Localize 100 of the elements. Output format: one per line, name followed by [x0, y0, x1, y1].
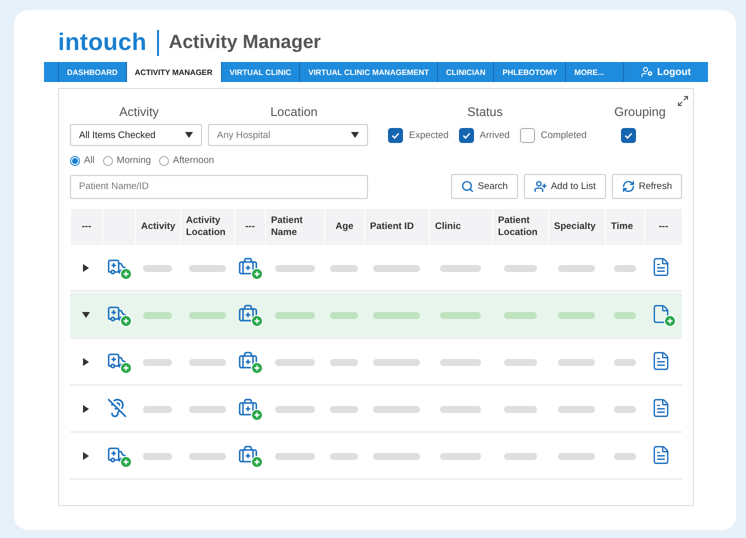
refresh-button[interactable]: Refresh: [612, 174, 682, 199]
logout-button[interactable]: Logout: [623, 62, 708, 82]
check-icon: [462, 130, 471, 140]
medical-kit-icon: [238, 304, 262, 326]
placeholder-bar: [373, 312, 420, 318]
placeholder-bar: [188, 358, 226, 366]
activity-dropdown[interactable]: All Items Checked: [70, 124, 202, 146]
placeholder-bar: [143, 358, 172, 366]
filter-label: Activity: [119, 105, 159, 119]
column-header: Age: [336, 221, 354, 233]
placeholder-bar: [143, 406, 172, 412]
refresh-icon: [622, 180, 635, 193]
placeholder-bar: [373, 358, 420, 366]
column-header: Time: [611, 221, 634, 233]
expand-toggle-icon[interactable]: [82, 358, 90, 366]
radio-label: All: [84, 155, 95, 166]
placeholder-bar: [504, 358, 536, 366]
placeholder-bar: [188, 264, 226, 272]
filter-label: Grouping: [614, 105, 666, 119]
radio-button[interactable]: [70, 156, 80, 166]
placeholder-bar: [440, 452, 481, 460]
check-icon: [624, 130, 633, 140]
filter-label: Location: [270, 105, 318, 119]
placeholder-bar: [188, 452, 226, 460]
medical-kit-icon: [238, 257, 262, 279]
placeholder-bar: [558, 452, 595, 460]
document-add-icon[interactable]: [651, 304, 675, 326]
radio-label: Morning: [116, 155, 151, 166]
add-to-list-button[interactable]: Add to List: [524, 174, 606, 199]
placeholder-bar: [558, 312, 595, 318]
column-header: Specialty: [554, 221, 596, 233]
expand-icon[interactable]: [677, 95, 689, 107]
checkbox-label: Arrived: [480, 130, 510, 140]
placeholder-bar: [504, 452, 536, 460]
column-header: Clinic: [435, 221, 461, 233]
check-icon: [391, 130, 400, 140]
placeholder-bar: [373, 264, 420, 272]
logo: intouch: [58, 29, 147, 57]
placeholder-bar: [330, 312, 358, 318]
logout-label: Logout: [657, 66, 691, 78]
status-checkbox[interactable]: [388, 128, 403, 142]
placeholder-bar: [143, 452, 172, 460]
placeholder-bar: [373, 406, 420, 412]
placeholder-bar: [614, 406, 636, 412]
placeholder-bar: [440, 406, 481, 412]
placeholder-bar: [188, 312, 226, 318]
column-header: Activity: [141, 221, 176, 233]
column-header: ---: [245, 221, 255, 233]
placeholder-bar: [330, 358, 358, 366]
placeholder-bar: [274, 358, 314, 366]
medical-kit-icon: [238, 398, 262, 420]
placeholder-bar: [614, 358, 636, 366]
placeholder-bar: [440, 312, 481, 318]
checkbox-label: Completed: [540, 130, 587, 140]
column-header: ---: [82, 221, 92, 233]
expand-toggle-icon[interactable]: [82, 452, 90, 460]
placeholder-bar: [330, 406, 358, 412]
column-header: Patient Name: [271, 215, 304, 239]
placeholder-bar: [558, 406, 595, 412]
location-dropdown[interactable]: Any Hospital: [208, 124, 368, 146]
radio-button[interactable]: [102, 156, 113, 166]
placeholder-bar: [614, 264, 636, 272]
placeholder-bar: [188, 406, 226, 412]
add-user-icon: [534, 180, 547, 193]
column-header: Patient ID: [370, 221, 414, 233]
placeholder-bar: [440, 358, 481, 366]
column-header: ---: [658, 221, 668, 233]
placeholder-bar: [274, 452, 314, 460]
column-header: Activity Location: [186, 215, 227, 239]
medical-kit-icon: [238, 351, 262, 373]
placeholder-bar: [558, 264, 595, 272]
search-button[interactable]: Search: [450, 174, 518, 199]
page-title: Activity Manager: [168, 32, 321, 54]
user-settings-icon: [641, 66, 654, 78]
radio-button[interactable]: [158, 156, 169, 166]
grouping-checkbox[interactable]: [620, 128, 636, 142]
placeholder-bar: [330, 264, 358, 272]
placeholder-bar: [504, 264, 536, 272]
placeholder-bar: [504, 312, 536, 318]
placeholder-bar: [143, 264, 172, 272]
placeholder-bar: [143, 312, 172, 318]
status-checkbox[interactable]: [458, 128, 474, 142]
medical-kit-icon: [238, 445, 262, 467]
filter-label: Status: [467, 105, 503, 119]
status-checkbox[interactable]: [520, 128, 535, 142]
expand-toggle-icon[interactable]: [82, 405, 90, 413]
placeholder-bar: [558, 358, 595, 366]
placeholder-bar: [614, 452, 636, 460]
checkbox-label: Expected: [409, 130, 449, 140]
placeholder-bar: [504, 406, 536, 412]
placeholder-bar: [274, 406, 314, 412]
placeholder-bar: [373, 452, 420, 460]
placeholder-bar: [330, 452, 358, 460]
expand-toggle-icon[interactable]: [82, 264, 90, 272]
expand-toggle-icon[interactable]: [82, 311, 90, 319]
caret-icon: [351, 132, 359, 138]
placeholder-bar: [274, 264, 314, 272]
patient-search-field[interactable]: Patient Name/ID: [70, 174, 368, 198]
placeholder-bar: [440, 264, 481, 272]
radio-label: Afternoon: [172, 155, 214, 166]
